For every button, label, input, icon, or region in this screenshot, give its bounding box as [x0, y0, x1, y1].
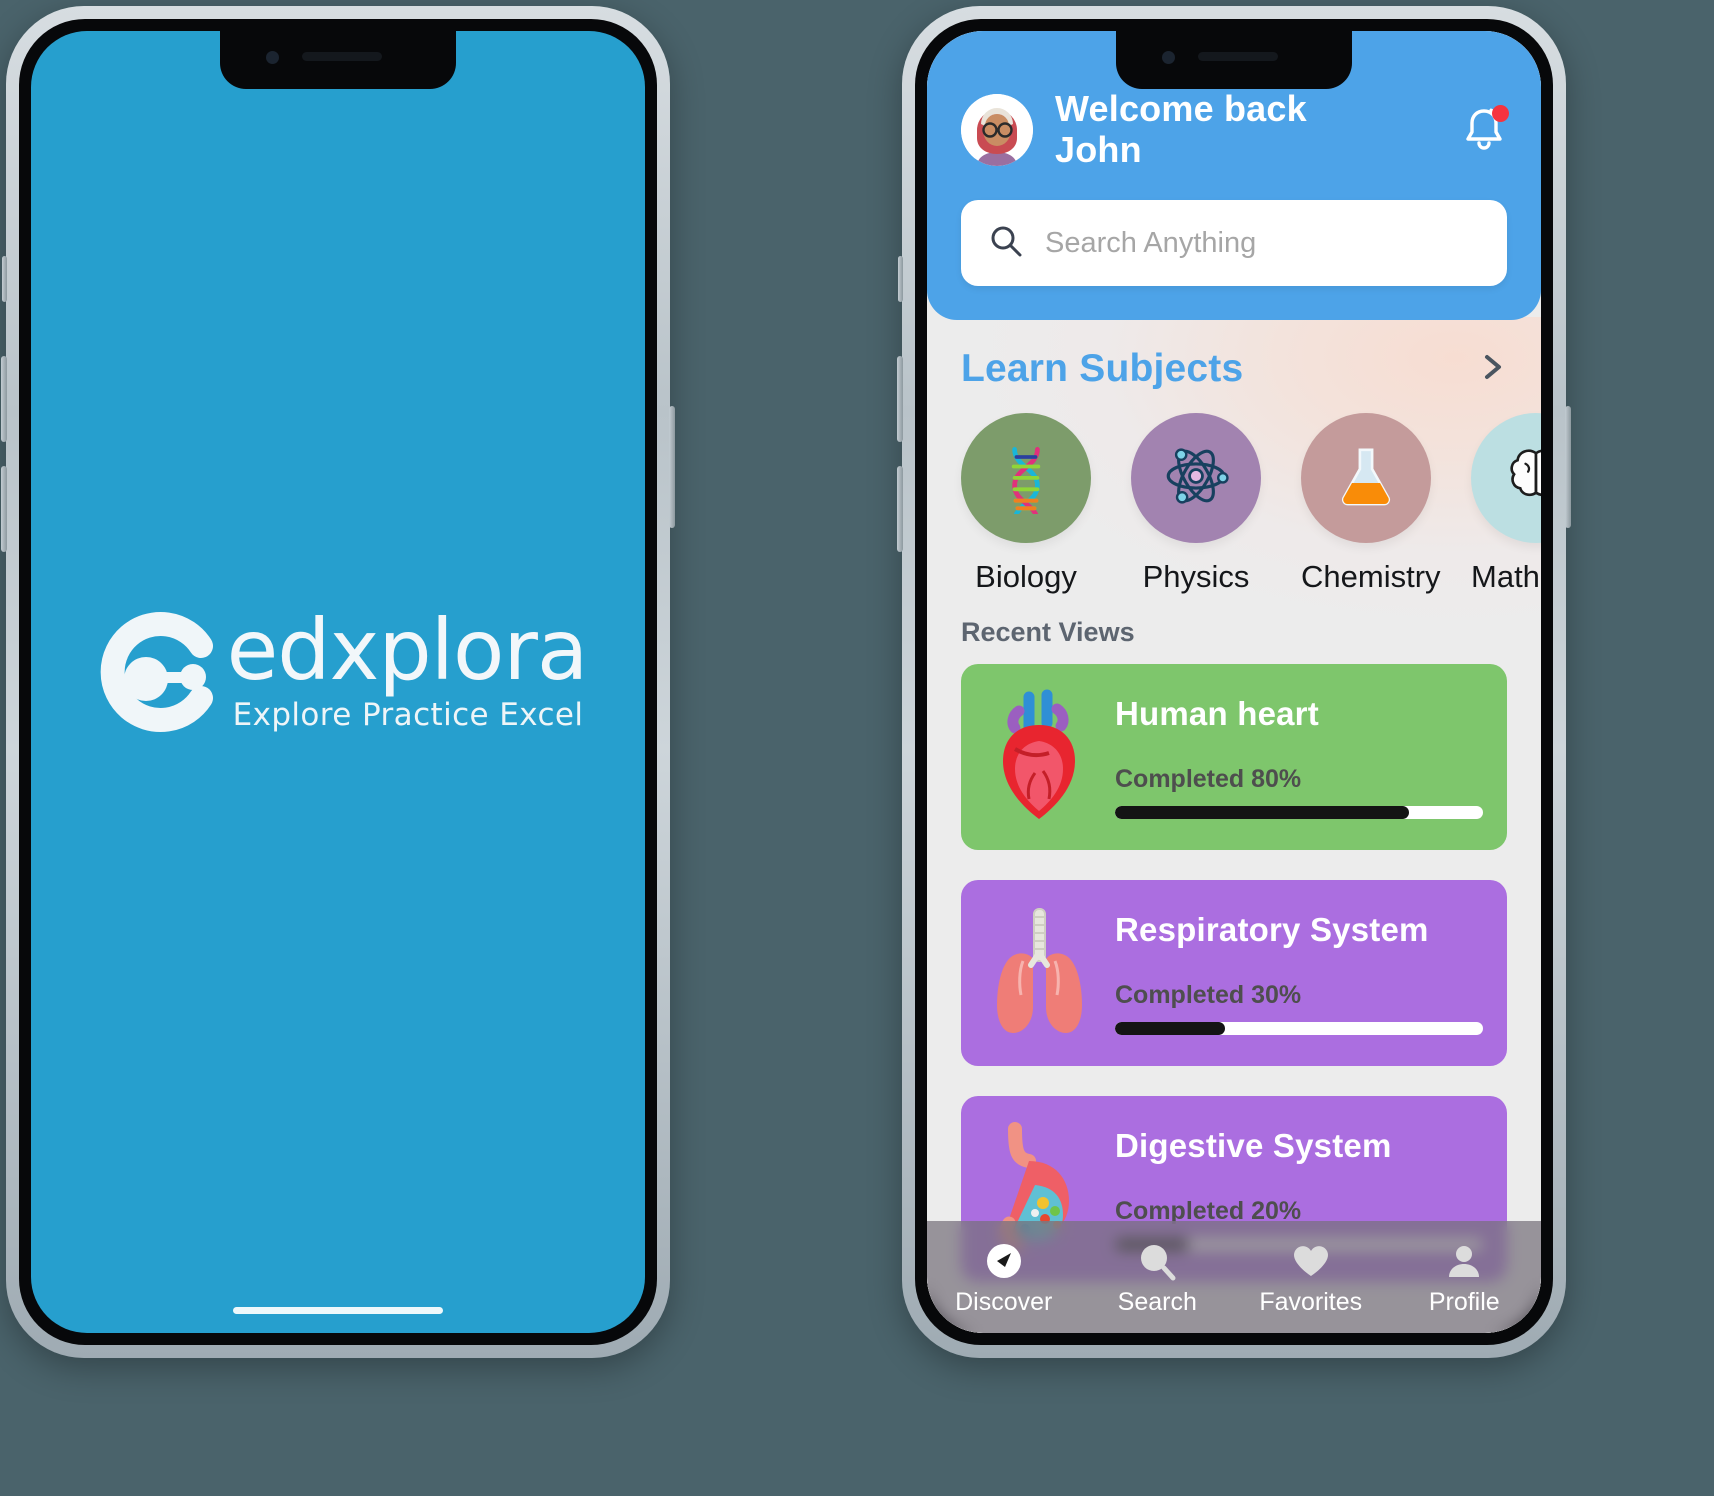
- subject-circle: [1131, 413, 1261, 543]
- search-input[interactable]: Search Anything: [1045, 227, 1256, 260]
- subject-circle: [1301, 413, 1431, 543]
- phone-splash: edxplora Explore Practice Excel: [1, 6, 675, 1358]
- heart-organ-icon: [985, 687, 1093, 827]
- tab-favorites[interactable]: Favorites: [1234, 1238, 1388, 1317]
- flask-icon: [1331, 441, 1401, 516]
- tab-profile[interactable]: Profile: [1388, 1238, 1542, 1317]
- brand-logo: edxplora Explore Practice Excel: [89, 606, 588, 738]
- splash-background: edxplora Explore Practice Excel: [31, 31, 645, 1333]
- volume-up-button-2[interactable]: [897, 356, 903, 442]
- tab-discover[interactable]: Discover: [927, 1238, 1081, 1317]
- card-content: Human heart Completed 80%: [1115, 695, 1483, 819]
- power-button[interactable]: [669, 406, 675, 528]
- compass-icon: [927, 1238, 1081, 1284]
- subject-circle: [1471, 413, 1541, 543]
- home-screen: Welcome back John Search Anything Learn …: [927, 31, 1541, 1333]
- tab-label: Discover: [955, 1287, 1053, 1316]
- progress-fill: [1115, 806, 1410, 819]
- phone-bezel-2: Welcome back John Search Anything Learn …: [915, 19, 1553, 1345]
- progress-fill: [1115, 1022, 1226, 1035]
- chevron-right-icon[interactable]: [1477, 350, 1507, 389]
- notch-2: [1116, 31, 1352, 89]
- recent-views-list: Human heart Completed 80% Respiratory Sy…: [927, 648, 1541, 1282]
- tab-search[interactable]: Search: [1081, 1238, 1235, 1317]
- recent-views-title: Recent Views: [961, 617, 1135, 647]
- card-content: Respiratory System Completed 30%: [1115, 911, 1483, 1035]
- brain-icon: [1501, 441, 1541, 516]
- subject-label: Chemistry: [1301, 559, 1441, 594]
- learn-subjects-header: Learn Subjects: [927, 317, 1541, 391]
- subject-label: Physics: [1142, 559, 1250, 594]
- brand-name: edxplora: [226, 601, 589, 700]
- card-title: Respiratory System: [1115, 911, 1429, 948]
- tab-label: Favorites: [1259, 1287, 1363, 1316]
- subject-item-biology[interactable]: Biology: [961, 413, 1091, 595]
- subject-item-chemistry[interactable]: Chemistry: [1301, 413, 1441, 595]
- front-camera-2: [1162, 51, 1175, 64]
- person-icon: [1388, 1238, 1542, 1284]
- front-camera: [266, 51, 279, 64]
- home-indicator[interactable]: [233, 1307, 443, 1314]
- earpiece-speaker: [302, 52, 382, 61]
- progress-bar: [1115, 806, 1483, 819]
- bottom-tab-bar: Discover Search Favorites Profile: [927, 1221, 1541, 1333]
- search-bar[interactable]: Search Anything: [961, 200, 1507, 287]
- subject-label: Mathematics: [1471, 559, 1541, 594]
- edxplora-c-node-logo-icon: [89, 606, 221, 738]
- card-progress-label: Completed 80%: [1115, 765, 1302, 793]
- subject-item-physics[interactable]: Physics: [1131, 413, 1261, 595]
- subject-circle: [961, 413, 1091, 543]
- earpiece-speaker-2: [1198, 52, 1278, 61]
- tab-label: Profile: [1428, 1287, 1500, 1316]
- notch: [220, 31, 456, 89]
- card-title: Digestive System: [1115, 1127, 1392, 1164]
- phone-bezel: edxplora Explore Practice Excel: [19, 19, 657, 1345]
- tab-label: Search: [1117, 1287, 1197, 1316]
- recent-card-respiratory-system[interactable]: Respiratory System Completed 30%: [961, 880, 1507, 1066]
- power-button-2[interactable]: [1565, 406, 1571, 528]
- welcome-text: Welcome back John: [1055, 88, 1307, 170]
- silent-switch[interactable]: [2, 256, 7, 302]
- progress-bar: [1115, 1022, 1483, 1035]
- search-icon: [989, 224, 1023, 263]
- bell-icon[interactable]: [1461, 104, 1509, 155]
- lungs-icon: [985, 903, 1093, 1043]
- subjects-carousel[interactable]: Biology Physics Chemistry Math: [927, 391, 1541, 595]
- heart-icon: [1234, 1238, 1388, 1284]
- volume-down-button-2[interactable]: [897, 466, 903, 552]
- welcome-line-1: Welcome back: [1055, 88, 1307, 129]
- atom-icon: [1159, 439, 1233, 518]
- volume-up-button[interactable]: [1, 356, 7, 442]
- volume-down-button[interactable]: [1, 466, 7, 552]
- app-body[interactable]: Learn Subjects Biology Physics Chemistry…: [927, 317, 1541, 1333]
- brand-tagline: Explore Practice Excel: [232, 696, 584, 733]
- recent-card-human-heart[interactable]: Human heart Completed 80%: [961, 664, 1507, 850]
- screenshot-stage: edxplora Explore Practice Excel Welcome …: [0, 0, 1714, 1496]
- card-title: Human heart: [1115, 695, 1319, 732]
- dna-icon: [988, 438, 1064, 524]
- magnifier-icon: [1081, 1238, 1235, 1284]
- header-top-row: Welcome back John: [961, 88, 1509, 170]
- learn-subjects-title: Learn Subjects: [961, 347, 1244, 390]
- phone-app: Welcome back John Search Anything Learn …: [897, 6, 1571, 1358]
- silent-switch-2[interactable]: [898, 256, 903, 302]
- notification-badge: [1492, 104, 1509, 122]
- subject-label: Biology: [975, 559, 1077, 594]
- avatar[interactable]: [961, 93, 1033, 166]
- app-screen: Welcome back John Search Anything Learn …: [927, 31, 1541, 1333]
- card-progress-label: Completed 30%: [1115, 981, 1302, 1009]
- subject-item-mathematics[interactable]: Mathematics: [1471, 413, 1541, 595]
- splash-screen: edxplora Explore Practice Excel: [31, 31, 645, 1333]
- welcome-line-2: John: [1055, 128, 1142, 170]
- brand-text-block: edxplora Explore Practice Excel: [226, 601, 589, 733]
